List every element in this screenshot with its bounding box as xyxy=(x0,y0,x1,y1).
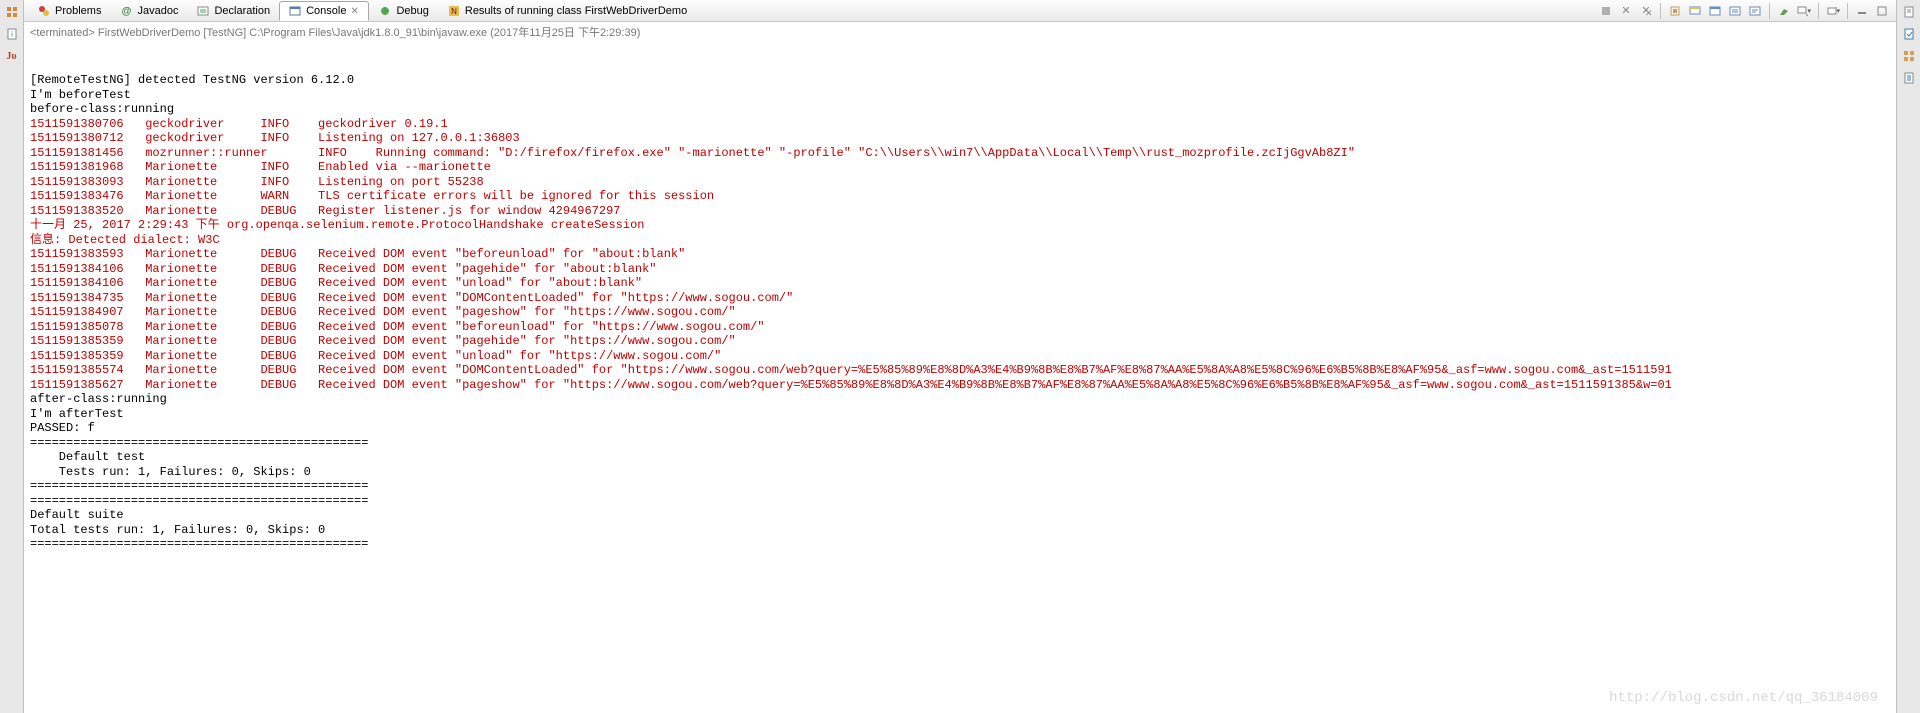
notes-icon-r[interactable] xyxy=(1901,70,1917,86)
console-toolbar: ✕ ✕✕ ▾ +▾ xyxy=(1598,3,1896,19)
watermark: http://blog.csdn.net/qq_36184009 xyxy=(1609,691,1878,706)
console-line: after-class:running xyxy=(30,392,1890,407)
console-output[interactable]: [RemoteTestNG] detected TestNG version 6… xyxy=(24,42,1896,713)
console-line: I'm beforeTest xyxy=(30,88,1890,103)
console-line: 1511591385574 Marionette DEBUG Received … xyxy=(30,363,1890,378)
console-line: 1511591384106 Marionette DEBUG Received … xyxy=(30,262,1890,277)
tab-bar: Problems @ Javadoc Declaration Console ✕… xyxy=(24,0,1896,22)
console-line: 1511591381968 Marionette INFO Enabled vi… xyxy=(30,160,1890,175)
console-line: before-class:running xyxy=(30,102,1890,117)
tab-label: Problems xyxy=(55,5,101,17)
console-line: 1511591385359 Marionette DEBUG Received … xyxy=(30,334,1890,349)
scroll-lock-icon[interactable] xyxy=(1727,3,1743,19)
console-line: ========================================… xyxy=(30,436,1890,451)
remove-launch-icon[interactable]: ✕ xyxy=(1618,3,1634,19)
tab-problems[interactable]: Problems xyxy=(28,1,110,20)
console-process-label: <terminated> FirstWebDriverDemo [TestNG]… xyxy=(24,22,1896,42)
separator xyxy=(1818,3,1819,19)
separator xyxy=(1847,3,1848,19)
console-line: 1511591383476 Marionette WARN TLS certif… xyxy=(30,189,1890,204)
console-line: I'm afterTest xyxy=(30,407,1890,422)
svg-text:i: i xyxy=(11,30,13,39)
svg-text:N: N xyxy=(451,7,457,16)
console-line: 1511591381456 mozrunner::runner INFO Run… xyxy=(30,146,1890,161)
console-line: [RemoteTestNG] detected TestNG version 6… xyxy=(30,73,1890,88)
tab-label: Debug xyxy=(396,5,428,17)
task-icon-r[interactable] xyxy=(1901,26,1917,42)
tab-label: Declaration xyxy=(214,5,270,17)
console-line: Default suite xyxy=(30,508,1890,523)
tab-console[interactable]: Console ✕ xyxy=(279,1,369,21)
outline-icon[interactable] xyxy=(4,4,20,20)
outline-icon-r[interactable] xyxy=(1901,4,1917,20)
tab-javadoc[interactable]: @ Javadoc xyxy=(110,1,187,20)
console-line: PASSED: f xyxy=(30,421,1890,436)
terminate-icon[interactable] xyxy=(1598,3,1614,19)
console-line: 1511591385359 Marionette DEBUG Received … xyxy=(30,349,1890,364)
console-line: 1511591384106 Marionette DEBUG Received … xyxy=(30,276,1890,291)
console-line: Default test xyxy=(30,450,1890,465)
console-line: ========================================… xyxy=(30,537,1890,552)
tab-declaration[interactable]: Declaration xyxy=(187,1,279,20)
tab-label: Javadoc xyxy=(137,5,178,17)
console-line: 1511591384735 Marionette DEBUG Received … xyxy=(30,291,1890,306)
console-line: 信息: Detected dialect: W3C xyxy=(30,233,1890,248)
tab-label: Console xyxy=(306,5,346,17)
tab-label: Results of running class FirstWebDriverD… xyxy=(465,5,687,17)
separator xyxy=(1769,3,1770,19)
console-line: 1511591385078 Marionette DEBUG Received … xyxy=(30,320,1890,335)
console-line: ========================================… xyxy=(30,479,1890,494)
left-trim-stack: i Jυ xyxy=(0,0,24,713)
declaration-icon xyxy=(196,4,210,18)
javadoc-icon[interactable]: i xyxy=(4,26,20,42)
console-line: 1511591383593 Marionette DEBUG Received … xyxy=(30,247,1890,262)
display-icon[interactable] xyxy=(1687,3,1703,19)
remove-all-icon[interactable]: ✕✕ xyxy=(1638,3,1654,19)
max-view-icon[interactable] xyxy=(1874,3,1890,19)
console-line: Total tests run: 1, Failures: 0, Skips: … xyxy=(30,523,1890,538)
problems-icon xyxy=(37,4,51,18)
console-line: 1511591380706 geckodriver INFO geckodriv… xyxy=(30,117,1890,132)
tab-testng-results[interactable]: N Results of running class FirstWebDrive… xyxy=(438,1,696,20)
debug-icon xyxy=(378,4,392,18)
ju-icon[interactable]: Jυ xyxy=(4,48,20,64)
open-console-icon[interactable] xyxy=(1707,3,1723,19)
console-select-icon[interactable]: ▾ xyxy=(1796,3,1812,19)
pin-icon[interactable] xyxy=(1667,3,1683,19)
console-line: 1511591380712 geckodriver INFO Listening… xyxy=(30,131,1890,146)
tab-debug[interactable]: Debug xyxy=(369,1,437,20)
console-line: Tests run: 1, Failures: 0, Skips: 0 xyxy=(30,465,1890,480)
separator xyxy=(1660,3,1661,19)
console-line: 1511591383093 Marionette INFO Listening … xyxy=(30,175,1890,190)
console-icon xyxy=(288,4,302,18)
javadoc-tab-icon: @ xyxy=(119,4,133,18)
min-view-icon[interactable] xyxy=(1854,3,1870,19)
console-line: 1511591383520 Marionette DEBUG Register … xyxy=(30,204,1890,219)
word-wrap-icon[interactable] xyxy=(1747,3,1763,19)
right-trim-stack xyxy=(1896,0,1920,713)
console-line: ========================================… xyxy=(30,494,1890,509)
testng-icon: N xyxy=(447,4,461,18)
console-line: 1511591384907 Marionette DEBUG Received … xyxy=(30,305,1890,320)
clear-icon[interactable] xyxy=(1776,3,1792,19)
bookmark-icon-r[interactable] xyxy=(1901,48,1917,64)
new-console-icon[interactable]: +▾ xyxy=(1825,3,1841,19)
center-area: Problems @ Javadoc Declaration Console ✕… xyxy=(24,0,1896,713)
console-line: 1511591385627 Marionette DEBUG Received … xyxy=(30,378,1890,393)
workbench: i Jυ Problems @ Javadoc Declaration Cons… xyxy=(0,0,1920,713)
close-icon[interactable]: ✕ xyxy=(350,6,360,16)
console-line: 十一月 25, 2017 2:29:43 下午 org.openqa.selen… xyxy=(30,218,1890,233)
